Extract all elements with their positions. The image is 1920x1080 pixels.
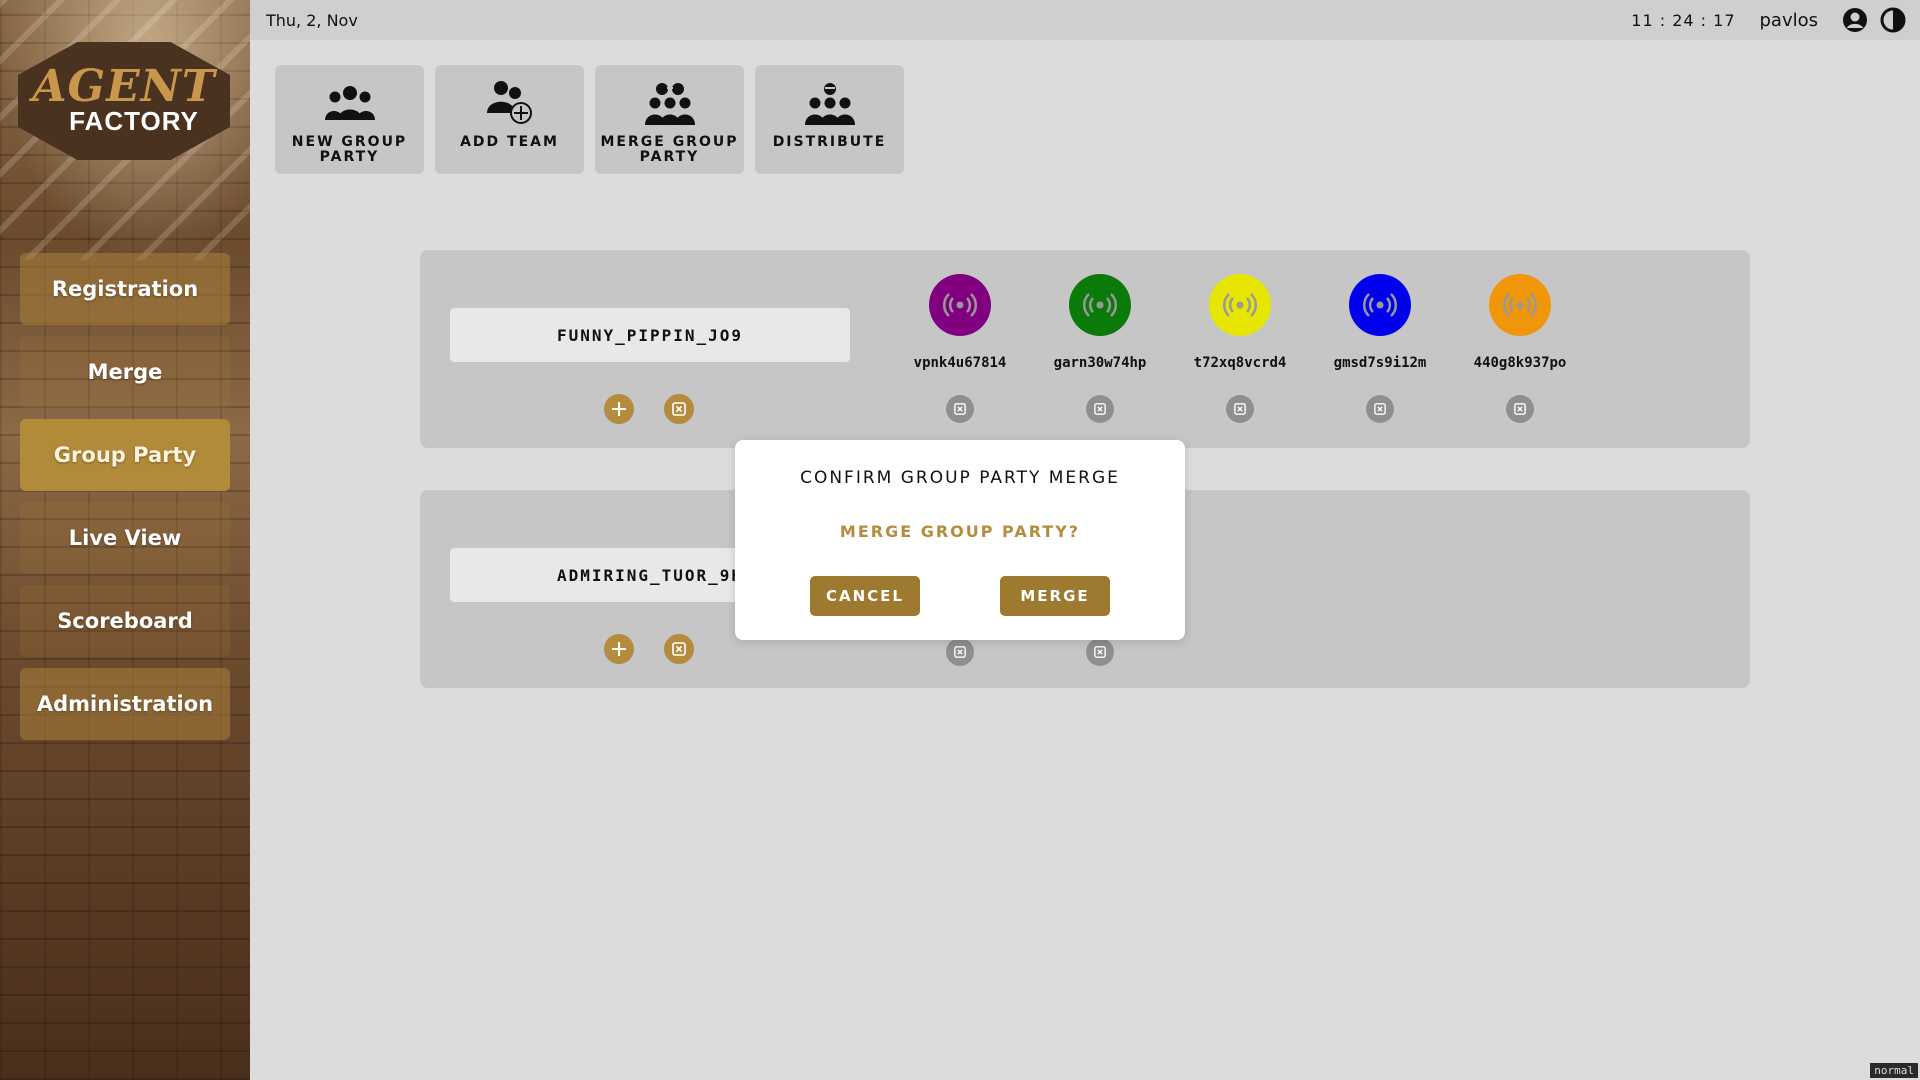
remove-team-button[interactable] xyxy=(1086,638,1114,666)
new-group-party-label: NEW GROUP PARTY xyxy=(291,134,408,165)
status-tag: normal xyxy=(1870,1063,1918,1078)
team-card: t72xq8vcrd4 xyxy=(1175,274,1305,423)
remove-team-button[interactable] xyxy=(946,638,974,666)
sidebar-item-group-party[interactable]: Group Party xyxy=(20,419,230,491)
remove-team-button[interactable] xyxy=(1366,395,1394,423)
sidebar-item-registration[interactable]: Registration xyxy=(20,253,230,325)
remove-team-button[interactable] xyxy=(946,395,974,423)
merge-button[interactable]: MERGE xyxy=(1000,576,1110,616)
broadcast-icon[interactable] xyxy=(1489,274,1551,336)
group-party-name[interactable]: FUNNY_PIPPIN_JO9 xyxy=(450,308,850,362)
plus-icon xyxy=(612,402,626,416)
team-card: 440g8k937po xyxy=(1455,274,1585,423)
theme-toggle-icon[interactable] xyxy=(1880,7,1906,33)
delete-icon xyxy=(1374,403,1386,415)
delete-icon xyxy=(672,402,686,416)
logo-line2: FACTORY xyxy=(69,106,199,136)
merge-group-icon xyxy=(643,79,697,129)
delete-icon xyxy=(954,646,966,658)
logo-line1: AGENT xyxy=(32,61,216,112)
distribute-button[interactable]: DISTRIBUTE xyxy=(755,65,904,174)
username: pavlos xyxy=(1759,9,1819,31)
dialog-question: MERGE GROUP PARTY? xyxy=(839,522,1081,541)
current-date: Thu, 2, Nov xyxy=(266,10,358,30)
action-bar: NEW GROUP PARTY ADD TEAM MERGE GROUP PAR… xyxy=(275,65,915,174)
team-name: vpnk4u67814 xyxy=(913,355,1007,371)
broadcast-icon[interactable] xyxy=(929,274,991,336)
merge-group-party-label: MERGE GROUP PARTY xyxy=(600,134,739,165)
team-name: t72xq8vcrd4 xyxy=(1193,355,1287,371)
account-icon[interactable] xyxy=(1842,7,1868,33)
sidebar: AGENT FACTORY Registration Merge Group P… xyxy=(0,0,250,1080)
delete-party-button[interactable] xyxy=(664,394,694,424)
delete-icon xyxy=(1514,403,1526,415)
sidebar-nav: Registration Merge Group Party Live View… xyxy=(20,253,230,751)
group-icon xyxy=(323,79,377,129)
confirm-merge-dialog: CONFIRM GROUP PARTY MERGE MERGE GROUP PA… xyxy=(735,440,1185,640)
agent-factory-logo[interactable]: AGENT FACTORY xyxy=(18,42,230,160)
remove-team-button[interactable] xyxy=(1086,395,1114,423)
add-team-icon xyxy=(483,79,537,129)
delete-party-button[interactable] xyxy=(664,634,694,664)
team-name: garn30w74hp xyxy=(1053,355,1147,371)
delete-icon xyxy=(672,642,686,656)
merge-group-party-button[interactable]: MERGE GROUP PARTY xyxy=(595,65,744,174)
team-name: 440g8k937po xyxy=(1473,355,1567,371)
remove-team-button[interactable] xyxy=(1226,395,1254,423)
add-team-to-party-button[interactable] xyxy=(604,634,634,664)
broadcast-icon[interactable] xyxy=(1209,274,1271,336)
cancel-button[interactable]: CANCEL xyxy=(810,576,920,616)
sidebar-item-merge[interactable]: Merge xyxy=(20,336,230,408)
broadcast-icon[interactable] xyxy=(1069,274,1131,336)
dialog-title: CONFIRM GROUP PARTY MERGE xyxy=(800,468,1120,488)
sidebar-item-administration[interactable]: Administration xyxy=(20,668,230,740)
add-team-label: ADD TEAM xyxy=(460,134,559,150)
sidebar-item-live-view[interactable]: Live View xyxy=(20,502,230,574)
add-team-to-party-button[interactable] xyxy=(604,394,634,424)
team-card: vpnk4u67814 xyxy=(895,274,1025,423)
group-party-panel: FUNNY_PIPPIN_JO9 vpnk4u67814 garn30w74hp… xyxy=(420,250,1750,448)
delete-icon xyxy=(1234,403,1246,415)
plus-icon xyxy=(612,642,626,656)
top-bar: Thu, 2, Nov 11 : 24 : 17 pavlos xyxy=(250,0,1920,40)
delete-icon xyxy=(1094,403,1106,415)
distribute-icon xyxy=(803,79,857,129)
add-team-button[interactable]: ADD TEAM xyxy=(435,65,584,174)
delete-icon xyxy=(954,403,966,415)
team-card: gmsd7s9i12m xyxy=(1315,274,1445,423)
delete-icon xyxy=(1094,646,1106,658)
remove-team-button[interactable] xyxy=(1506,395,1534,423)
team-name: gmsd7s9i12m xyxy=(1333,355,1427,371)
broadcast-icon[interactable] xyxy=(1349,274,1411,336)
distribute-label: DISTRIBUTE xyxy=(772,134,887,150)
sidebar-item-scoreboard[interactable]: Scoreboard xyxy=(20,585,230,657)
new-group-party-button[interactable]: NEW GROUP PARTY xyxy=(275,65,424,174)
clock: 11 : 24 : 17 xyxy=(1631,10,1736,30)
team-card: garn30w74hp xyxy=(1035,274,1165,423)
